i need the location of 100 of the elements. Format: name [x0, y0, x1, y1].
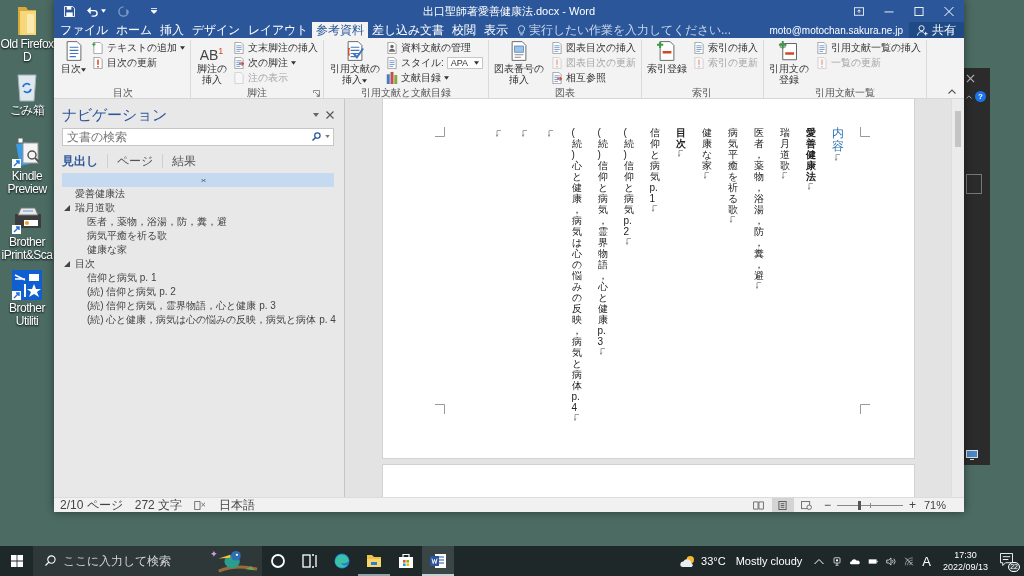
heading-item[interactable]: (続) 信仰と病気 p. 2: [62, 285, 334, 299]
desktop-icon-label[interactable]: Kindle Preview: [0, 170, 54, 197]
desktop-icon-label[interactable]: ごみ箱: [9, 104, 45, 118]
scrollbar-thumb[interactable]: [955, 111, 961, 147]
dialog-launcher-icon[interactable]: [313, 89, 320, 97]
corner-mark-icon: [859, 404, 870, 414]
ribbon-button[interactable]: 次の脚注: [231, 56, 320, 70]
message-icon[interactable]: [1000, 553, 1013, 566]
ribbon-button[interactable]: 相互参照: [548, 71, 638, 85]
chevron-up-icon[interactable]: [814, 556, 825, 566]
pane-tab[interactable]: 結果: [163, 153, 205, 168]
heading-item[interactable]: (続) 信仰と病気，霊界物語，心と健康 p. 3: [62, 299, 334, 313]
desktop-icon-label[interactable]: Old Firefox D: [0, 38, 54, 65]
bird-on-branch-icon[interactable]: [211, 548, 259, 575]
battery-icon[interactable]: [868, 556, 879, 566]
style-dropdown[interactable]: APA: [446, 57, 483, 69]
clock-time[interactable]: 17:30: [954, 548, 977, 561]
help-button[interactable]: ?: [975, 91, 986, 102]
zoom-slider-thumb[interactable]: [857, 500, 861, 510]
ribbon-tab[interactable]: ホーム: [112, 22, 156, 38]
zoom-in-button[interactable]: +: [908, 498, 916, 512]
heading-item[interactable]: 愛善健康法: [62, 187, 334, 201]
heading-item[interactable]: 病気平癒を祈る歌: [62, 229, 334, 243]
account-name[interactable]: moto@motochan.sakura.ne.jp: [769, 24, 903, 36]
triangle-down-icon[interactable]: [64, 205, 70, 211]
book-x-icon[interactable]: [194, 500, 208, 510]
ribbon-tab[interactable]: 差し込み文書: [368, 22, 448, 38]
word-count[interactable]: 272 文字: [134, 496, 183, 514]
heading-item[interactable]: 医者，薬物，浴湯，防，糞，避: [62, 215, 334, 229]
heading-item[interactable]: 健康な家: [62, 243, 334, 257]
document-text: (続) 心と健康，病気は心の悩みの反映，病気と病体 p. 4: [571, 127, 582, 413]
zoom-out-button[interactable]: −: [823, 498, 831, 512]
tools-tile-icon[interactable]: [12, 270, 42, 300]
input-mode-indicator[interactable]: A: [922, 553, 931, 569]
desktop-icon-label[interactable]: Brother iPrint&Sca: [0, 236, 54, 263]
cloud-icon[interactable]: [850, 556, 861, 566]
window-arrow-icon: [854, 6, 864, 16]
ribbon-tab[interactable]: レイアウト: [244, 22, 312, 38]
chevron-up-icon[interactable]: [948, 89, 956, 94]
heading-item[interactable]: 瑞月道歌: [62, 201, 334, 215]
ribbon-button[interactable]: テキストの追加: [90, 41, 187, 55]
ribbon-tab[interactable]: 表示: [480, 22, 512, 38]
ribbon-button[interactable]: 文末脚注の挿入: [231, 41, 320, 55]
heading-item[interactable]: (続) 心と健康，病気は心の悩みの反映，病気と病体 p. 4: [62, 313, 334, 327]
ribbon-large-button[interactable]: 図表番号の挿入: [491, 40, 547, 85]
page-plus-icon: [92, 42, 104, 54]
ribbon-button[interactable]: 目次の更新: [90, 56, 187, 70]
ribbon-large-button[interactable]: 目次: [59, 40, 88, 74]
clock-date[interactable]: 2022/09/13: [942, 561, 988, 574]
caret-icon[interactable]: [325, 135, 330, 138]
ribbon-button[interactable]: 図表目次の挿入: [548, 41, 638, 55]
ribbon-tab[interactable]: 参考資料: [312, 22, 368, 38]
ribbon-tab[interactable]: ファイル: [56, 22, 112, 38]
weather-condition[interactable]: Mostly cloudy: [735, 555, 803, 567]
view-button[interactable]: [771, 498, 794, 512]
tell-me-field[interactable]: 実行したい作業を入力してください...: [529, 23, 735, 37]
heading-item[interactable]: 信仰と病気 p. 1: [62, 271, 334, 285]
window-title: 出口聖師著愛善健康法.docx - Word: [422, 3, 596, 19]
save-button[interactable]: [62, 3, 77, 19]
taskbar-app-button[interactable]: [422, 546, 454, 576]
caret-icon[interactable]: [313, 113, 319, 117]
save-icon: [64, 5, 75, 17]
ribbon-tab[interactable]: 校閲: [448, 22, 480, 38]
scrollbar-track[interactable]: [951, 99, 964, 497]
desktop-icon-label[interactable]: Brother Utiliti: [0, 302, 54, 329]
heading-item[interactable]: 目次: [62, 257, 334, 271]
ribbon-tab[interactable]: デザイン: [188, 22, 244, 38]
pane-tab[interactable]: ページ: [108, 153, 163, 168]
document-magnifier-icon[interactable]: [12, 138, 42, 168]
page-count[interactable]: 2/10 ページ: [60, 496, 123, 514]
close-icon[interactable]: [326, 111, 334, 119]
ribbon-large-button[interactable]: 索引登録: [644, 40, 689, 74]
network-icon[interactable]: [904, 556, 915, 566]
ribbon-button[interactable]: 引用文献一覧の挿入: [813, 41, 923, 55]
triangle-down-icon[interactable]: [64, 261, 70, 267]
zoom-level[interactable]: 71%: [923, 499, 946, 511]
search-field[interactable]: 文書の検索: [62, 128, 334, 146]
ribbon-large-button[interactable]: 引用文献の挿入: [327, 40, 382, 85]
ribbon-large-button[interactable]: AB$^{1}$ 脚注の挿入: [194, 40, 229, 85]
cloud-sun-icon[interactable]: [680, 554, 696, 568]
search-field[interactable]: ここに入力して検索: [33, 546, 262, 576]
language-label[interactable]: 日本語: [219, 496, 256, 514]
weather-temperature[interactable]: 33°C: [701, 555, 726, 567]
corner-mark-icon: [434, 127, 445, 137]
monitor-icon[interactable]: [966, 450, 978, 460]
close-icon[interactable]: [966, 74, 975, 83]
ribbon-tab[interactable]: 挿入: [156, 22, 188, 38]
ribbon-button[interactable]: 資料文献の管理: [384, 41, 485, 55]
share-button[interactable]: 共有: [909, 22, 964, 38]
page-plus-minus-icon: [656, 41, 677, 61]
ribbon-large-button[interactable]: 引用文の登録: [766, 40, 812, 85]
scanner-icon[interactable]: [12, 204, 42, 234]
pane-tab[interactable]: 見出し: [62, 153, 108, 168]
ribbon-button[interactable]: 索引の挿入: [690, 41, 760, 55]
search-icon[interactable]: [312, 132, 321, 141]
webcam-icon[interactable]: [832, 556, 843, 566]
input-field[interactable]: [966, 174, 982, 194]
speaker-icon[interactable]: [886, 556, 897, 566]
customize-caret-icon[interactable]: [151, 8, 157, 14]
ribbon-button[interactable]: 文献目録: [384, 71, 485, 85]
